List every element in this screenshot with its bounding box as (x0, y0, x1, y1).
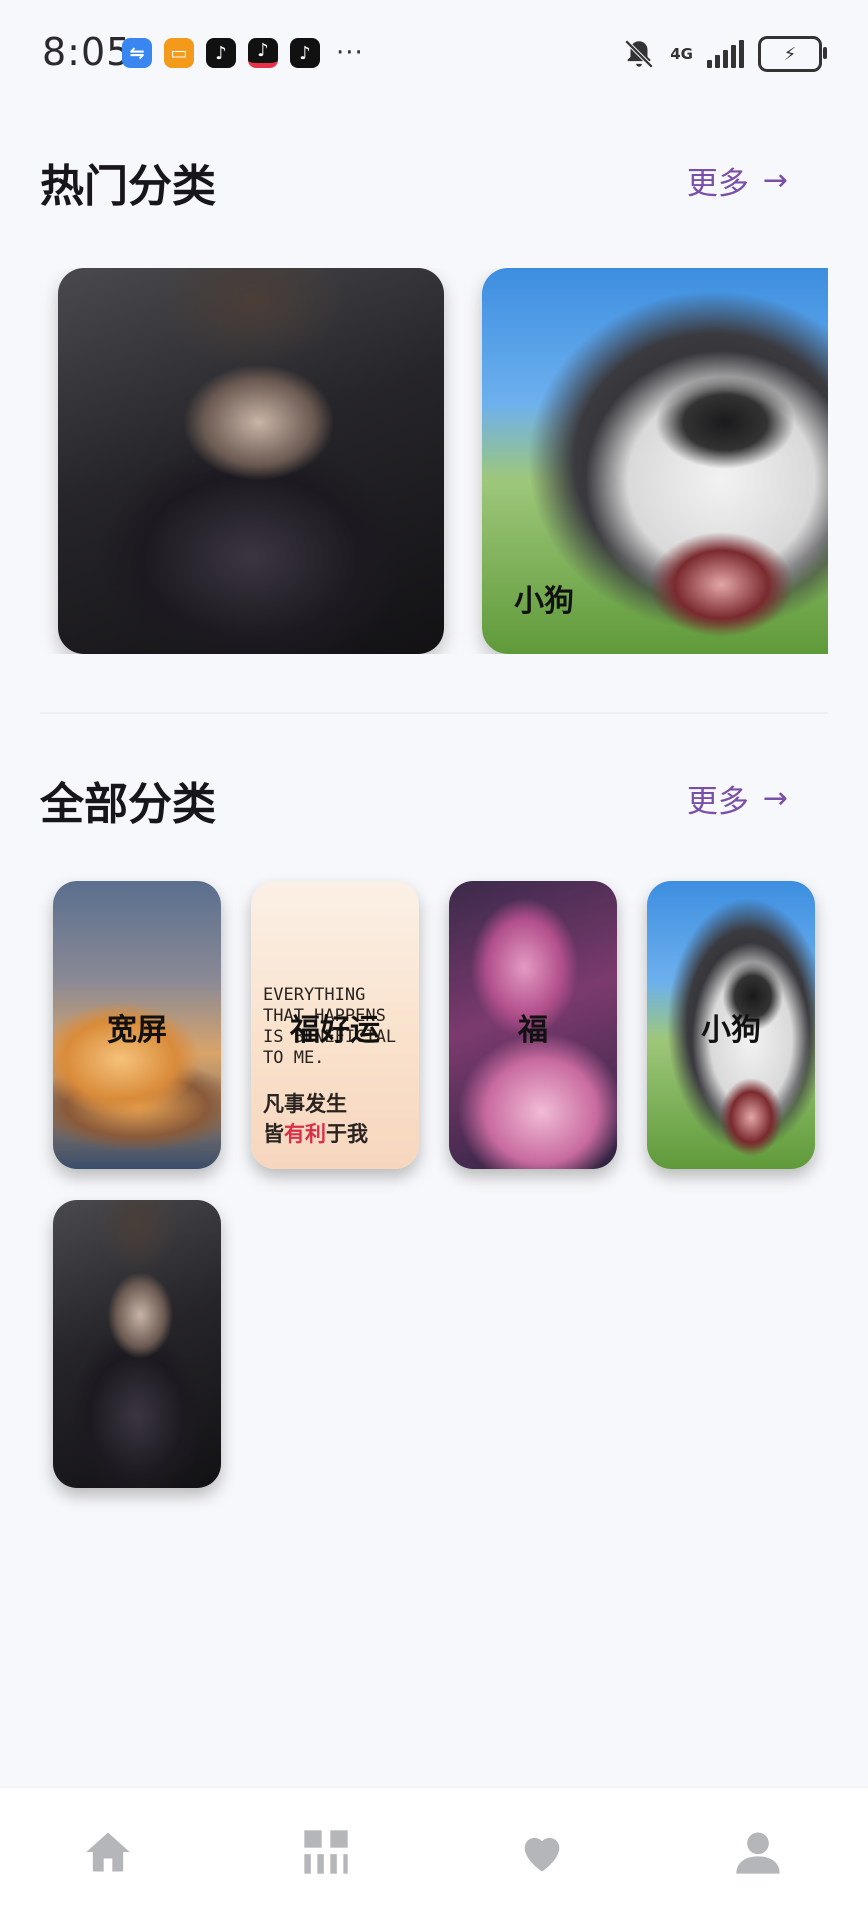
category-card-fortune[interactable]: EVERYTHING THAT HAPPENS IS BENEFICIAL TO… (251, 881, 419, 1169)
nav-profile[interactable] (728, 1822, 788, 1882)
fortune-chinese-text: 凡事发生 皆有利于我 (263, 1089, 413, 1149)
fortune-line-1: 凡事发生 (263, 1092, 347, 1116)
categories-icon (304, 1830, 348, 1874)
fortune-line-2: 皆有利于我 (263, 1119, 413, 1149)
arrow-right-icon: → (762, 163, 788, 198)
fortune-word-red: 有利 (284, 1122, 326, 1146)
nav-favorites[interactable] (512, 1822, 572, 1882)
nav-home[interactable] (78, 1822, 138, 1882)
network-type: 4G (670, 45, 693, 63)
game-icon: ▭ (164, 38, 194, 68)
more-label: 更多 (686, 784, 749, 820)
status-bar: 8:05 ⇋ ▭ ♪ ♪ ♪ ··· 4G ⚡ (0, 0, 868, 108)
category-card-label: 小狗 (701, 1013, 761, 1048)
category-card-label: 福 (518, 1013, 548, 1048)
category-card-widescreen[interactable]: 宽屏 (53, 881, 221, 1169)
hot-more-button[interactable]: 更多 → (687, 158, 788, 203)
hot-card-warrior[interactable] (58, 268, 444, 654)
notification-icons: ⇋ ▭ ♪ ♪ ♪ ··· (122, 38, 364, 68)
category-card-label: 宽屏 (107, 1013, 167, 1048)
status-time: 8:05 (42, 30, 132, 74)
nav-categories[interactable] (296, 1822, 356, 1882)
more-label: 更多 (686, 166, 749, 202)
category-card-warrior[interactable] (53, 1200, 221, 1488)
section-divider (40, 712, 828, 714)
profile-icon (736, 1832, 780, 1874)
all-more-button[interactable]: 更多 → (687, 776, 788, 821)
arrow-right-icon: → (762, 781, 788, 816)
home-icon (86, 1832, 130, 1872)
more-notifications-icon: ··· (336, 38, 364, 68)
all-section-title: 全部分类 (40, 779, 216, 830)
bell-off-icon (624, 39, 654, 69)
status-indicators: 4G ⚡ (622, 36, 827, 72)
category-card-dog[interactable]: 小狗 (647, 881, 815, 1169)
hot-card-dog[interactable]: 小狗 (482, 268, 828, 654)
hot-category-row[interactable]: 小狗 (0, 268, 828, 654)
category-card-label: 福好运 (290, 1013, 380, 1048)
hot-section-title: 热门分类 (40, 161, 216, 212)
bottom-nav (0, 1787, 868, 1920)
battery-icon: ⚡ (758, 36, 827, 72)
fortune-word: 皆 (263, 1122, 284, 1146)
tiktok-icon: ♪ (290, 38, 320, 68)
category-card-fu[interactable]: 福 (449, 881, 617, 1169)
signal-icon (707, 40, 744, 68)
hot-card-label: 小狗 (514, 584, 574, 619)
tiktok-icon: ♪ (248, 38, 278, 68)
heart-icon (524, 1837, 560, 1872)
usb-icon: ⇋ (122, 38, 152, 68)
fortune-word: 于我 (326, 1122, 368, 1146)
tiktok-icon: ♪ (206, 38, 236, 68)
